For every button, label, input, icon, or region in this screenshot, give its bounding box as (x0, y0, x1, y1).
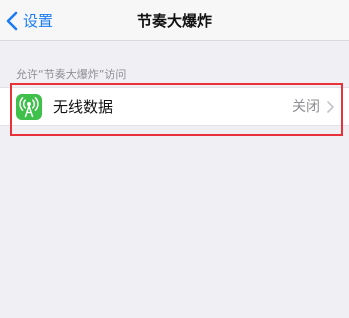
navigation-bar: 设置 节奏大爆炸 (0, 0, 349, 41)
wireless-data-cell[interactable]: 无线数据 关闭 (0, 87, 349, 126)
cell-value: 关闭 (292, 99, 320, 115)
antenna-icon (16, 94, 42, 120)
cell-label: 无线数据 (53, 98, 114, 116)
page-title: 节奏大爆炸 (136, 12, 212, 30)
chevron-right-icon (327, 101, 334, 113)
section-header: 允许“节奏大爆炸”访问 (16, 68, 127, 81)
